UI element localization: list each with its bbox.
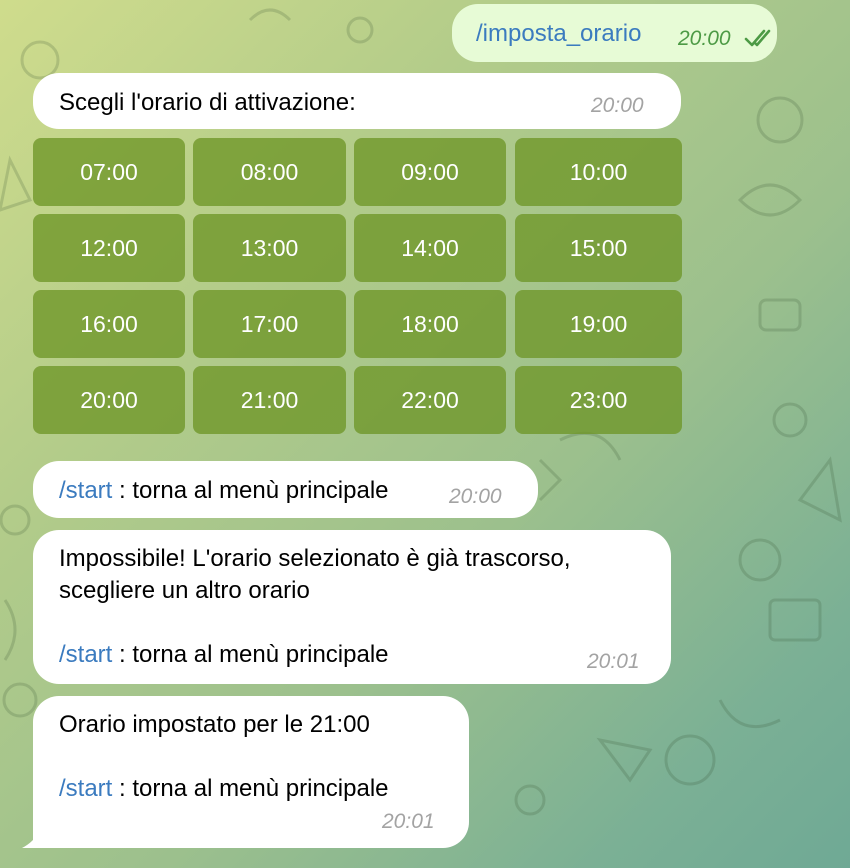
time-option-button[interactable]: 14:00 [354,214,506,282]
outgoing-message-bubble[interactable]: /imposta_orario 20:00 [452,4,777,62]
time-option-button[interactable]: 20:00 [33,366,185,434]
start-line: /start : torna al menù principale [59,475,389,507]
time-option-button[interactable]: 19:00 [515,290,682,358]
time-option-button[interactable]: 13:00 [193,214,346,282]
time-option-button[interactable]: 12:00 [33,214,185,282]
confirm-message-bubble[interactable]: Orario impostato per le 21:00 /start : t… [33,696,469,848]
message-time: 20:00 [678,27,731,50]
error-message-bubble[interactable]: Impossibile! L'orario selezionato è già … [33,530,671,684]
time-option-button[interactable]: 07:00 [33,138,185,206]
prompt-text: Scegli l'orario di attivazione: [59,89,356,116]
start-line: /start : torna al menù principale [59,639,389,671]
time-option-button[interactable]: 23:00 [515,366,682,434]
message-time: 20:01 [587,650,640,673]
start-command-link[interactable]: /start [59,641,112,668]
bubble-tail-icon [22,828,42,848]
time-option-button[interactable]: 18:00 [354,290,506,358]
message-time: 20:00 [449,485,502,508]
time-option-button[interactable]: 15:00 [515,214,682,282]
time-option-button[interactable]: 08:00 [193,138,346,206]
message-time: 20:01 [382,810,435,833]
confirm-text: Orario impostato per le 21:00 [59,711,370,738]
time-option-button[interactable]: 10:00 [515,138,682,206]
error-text-line2: scegliere un altro orario [59,577,310,604]
time-option-button[interactable]: 17:00 [193,290,346,358]
start-description: : torna al menù principale [112,477,389,504]
start-line: /start : torna al menù principale [59,773,389,805]
time-option-button[interactable]: 16:00 [33,290,185,358]
prompt-message-bubble[interactable]: Scegli l'orario di attivazione: 20:00 [33,73,681,129]
time-option-button[interactable]: 21:00 [193,366,346,434]
start-command-link[interactable]: /start [59,477,112,504]
command-text: /imposta_orario [476,20,642,47]
start-description: : torna al menù principale [112,641,389,668]
start-message-bubble[interactable]: /start : torna al menù principale 20:00 [33,461,538,518]
time-option-button[interactable]: 22:00 [354,366,506,434]
start-description: : torna al menù principale [112,775,389,802]
double-check-icon [744,29,771,47]
start-command-link[interactable]: /start [59,775,112,802]
time-option-button[interactable]: 09:00 [354,138,506,206]
message-time: 20:00 [591,94,644,117]
error-text-line1: Impossibile! L'orario selezionato è già … [59,545,571,572]
